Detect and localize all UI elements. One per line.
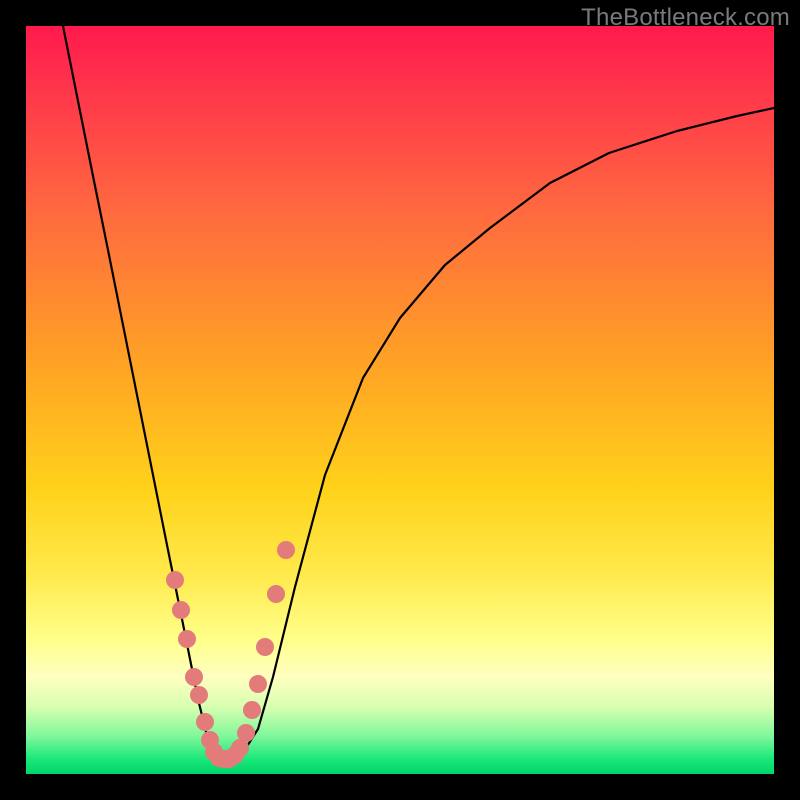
highlight-dots bbox=[166, 541, 295, 768]
bottleneck-curve bbox=[63, 26, 774, 759]
curve-layer bbox=[26, 26, 774, 774]
chart-frame: TheBottleneck.com bbox=[0, 0, 800, 800]
plot-area bbox=[26, 26, 774, 774]
